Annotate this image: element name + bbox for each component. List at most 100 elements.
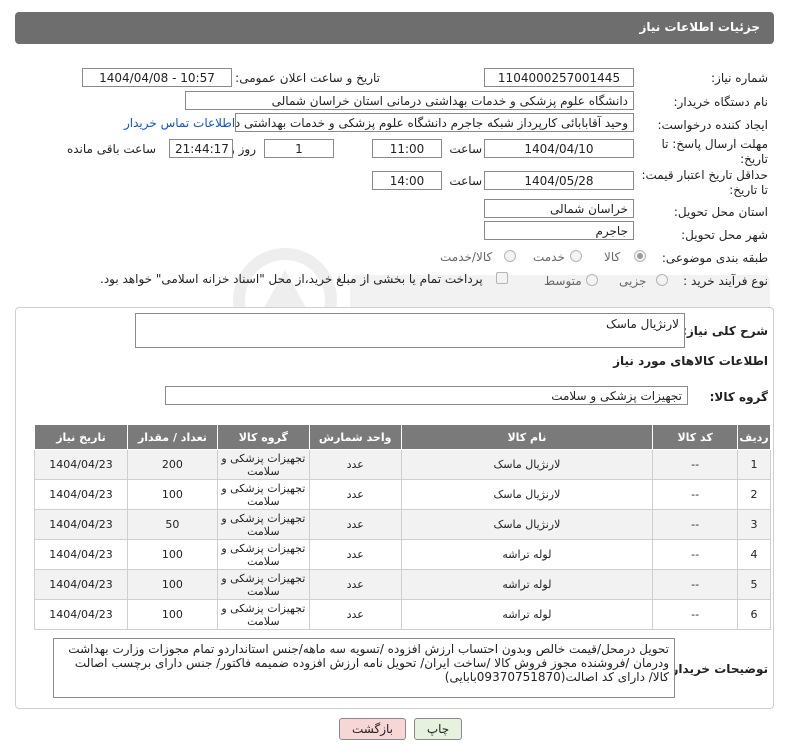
cell-need-date: 1404/04/23 <box>34 539 128 570</box>
col-header-row-number: ردیف <box>737 424 771 450</box>
announce-label: تاریخ و ساعت اعلان عمومی: <box>235 71 380 85</box>
cell-goods-group: تجهیزات پزشکی و سلامت <box>216 599 310 630</box>
goods-group-field: تجهیزات پزشکی و سلامت <box>165 386 688 405</box>
days-remaining-field: 1 <box>264 139 334 158</box>
price-time-label: ساعت <box>449 174 482 188</box>
col-header-need-date: تاریخ نیاز <box>34 424 128 450</box>
cell-goods-name: لوله تراشه <box>400 539 654 570</box>
cell-unit: عدد <box>308 479 402 510</box>
cell-goods-group: تجهیزات پزشکی و سلامت <box>216 479 310 510</box>
cell-quantity: 100 <box>127 479 218 510</box>
category-radio-goods[interactable] <box>634 250 646 262</box>
cell-quantity: 100 <box>127 539 218 570</box>
cell-quantity: 100 <box>127 599 218 630</box>
cell-goods-code: -- <box>652 509 739 540</box>
buyer-contact-link[interactable]: اطلاعات تماس خریدار <box>124 116 235 130</box>
treasury-bonds-checkbox[interactable] <box>496 272 508 284</box>
category-radio-service[interactable] <box>570 250 582 262</box>
buyer-org-field: دانشگاه علوم پزشکی و خدمات بهداشتی درمان… <box>185 91 634 110</box>
category-radio-goods-service[interactable] <box>504 250 516 262</box>
process-option-minor: جزیی <box>619 274 647 288</box>
col-header-goods-name: نام کالا <box>400 424 654 450</box>
price-validity-label-2: تا تاریخ: <box>729 183 768 197</box>
cell-goods-group: تجهیزات پزشکی و سلامت <box>216 509 310 540</box>
general-desc-field: لارنژیال ماسک <box>135 313 685 348</box>
announce-field: 1404/04/08 - 10:57 <box>82 68 232 87</box>
cell-unit: عدد <box>308 509 402 540</box>
price-validity-label: حداقل تاریخ اعتبار قیمت: <box>641 168 768 182</box>
col-header-goods-group: گروه کالا <box>216 424 310 450</box>
cell-goods-name: لوله تراشه <box>400 569 654 600</box>
cell-row-number: 3 <box>737 509 771 540</box>
city-field: جاجرم <box>484 221 634 240</box>
table-row: 2 -- لارنژیال ماسک عدد تجهیزات پزشکی و س… <box>34 479 771 510</box>
reply-time-field: 11:00 <box>372 139 442 158</box>
requester-label: ایجاد کننده درخواست: <box>657 118 768 132</box>
cell-unit: عدد <box>308 539 402 570</box>
table-row: 3 -- لارنژیال ماسک عدد تجهیزات پزشکی و س… <box>34 509 771 540</box>
cell-quantity: 50 <box>127 509 218 540</box>
table-row: 5 -- لوله تراشه عدد تجهیزات پزشکی و سلام… <box>34 569 771 600</box>
page-title: جزئیات اطلاعات نیاز <box>639 20 760 34</box>
goods-table: ردیف کد کالا نام کالا واحد شمارش گروه کا… <box>34 424 771 630</box>
goods-group-label: گروه کالا: <box>709 390 768 404</box>
category-option-service: خدمت <box>533 250 565 264</box>
cell-row-number: 1 <box>737 449 771 480</box>
category-option-goods: کالا <box>604 250 621 264</box>
cell-quantity: 100 <box>127 569 218 600</box>
cell-goods-code: -- <box>652 449 739 480</box>
process-label: نوع فرآیند خرید : <box>683 274 768 288</box>
cell-need-date: 1404/04/23 <box>34 509 128 540</box>
cell-need-date: 1404/04/23 <box>34 449 128 480</box>
process-radio-minor[interactable] <box>656 274 668 286</box>
cell-goods-name: لارنژیال ماسک <box>400 479 654 510</box>
cell-unit: عدد <box>308 569 402 600</box>
buyer-org-label: نام دستگاه خریدار: <box>673 95 769 109</box>
page-header: جزئیات اطلاعات نیاز <box>15 12 774 44</box>
cell-need-date: 1404/04/23 <box>34 479 128 510</box>
table-row: 1 -- لارنژیال ماسک عدد تجهیزات پزشکی و س… <box>34 449 771 480</box>
cell-goods-code: -- <box>652 569 739 600</box>
cell-row-number: 5 <box>737 569 771 600</box>
category-option-goods-service: کالا/خدمت <box>440 250 493 264</box>
cell-goods-code: -- <box>652 599 739 630</box>
cell-goods-name: لوله تراشه <box>400 599 654 630</box>
need-number-label: شماره نیاز: <box>711 71 768 85</box>
buyer-notes-text: تحویل درمحل/قیمت خالص وبدون احتساب ارزش … <box>68 642 669 684</box>
cell-unit: عدد <box>308 599 402 630</box>
price-date-field: 1404/05/28 <box>484 171 634 190</box>
table-header-row: ردیف کد کالا نام کالا واحد شمارش گروه کا… <box>34 424 771 450</box>
process-option-medium: متوسط <box>544 274 582 288</box>
cell-row-number: 4 <box>737 539 771 570</box>
cell-goods-name: لارنژیال ماسک <box>400 449 654 480</box>
process-radio-medium[interactable] <box>586 274 598 286</box>
days-label: روز و <box>229 142 256 156</box>
price-time-field: 14:00 <box>372 171 442 190</box>
print-button[interactable]: چاپ <box>414 718 462 740</box>
reply-date-field: 1404/04/10 <box>484 139 634 158</box>
province-label: استان محل تحویل: <box>673 205 768 219</box>
goods-info-title: اطلاعات کالاهای مورد نیاز <box>613 354 768 368</box>
table-row: 4 -- لوله تراشه عدد تجهیزات پزشکی و سلام… <box>34 539 771 570</box>
remaining-time-field: 21:44:17 <box>169 139 233 158</box>
cell-row-number: 6 <box>737 599 771 630</box>
cell-goods-group: تجهیزات پزشکی و سلامت <box>216 449 310 480</box>
buyer-notes-field: تحویل درمحل/قیمت خالص وبدون احتساب ارزش … <box>53 638 675 698</box>
col-header-goods-code: کد کالا <box>652 424 739 450</box>
treasury-payment-note: پرداخت تمام یا بخشی از مبلغ خرید،از محل … <box>100 272 483 286</box>
col-header-unit: واحد شمارش <box>308 424 402 450</box>
general-desc-text: لارنژیال ماسک <box>605 317 679 331</box>
general-desc-label: شرح کلی نیاز: <box>682 324 768 338</box>
city-label: شهر محل تحویل: <box>681 228 768 242</box>
reply-deadline-label: مهلت ارسال پاسخ: تا <box>661 137 768 151</box>
cell-goods-code: -- <box>652 479 739 510</box>
province-field: خراسان شمالی <box>484 199 634 218</box>
back-button[interactable]: بازگشت <box>339 718 406 740</box>
cell-goods-group: تجهیزات پزشکی و سلامت <box>216 539 310 570</box>
cell-row-number: 2 <box>737 479 771 510</box>
cell-need-date: 1404/04/23 <box>34 599 128 630</box>
requester-field: وحید آقابابائی کارپرداز شبکه جاجرم دانشگ… <box>235 113 634 132</box>
cell-need-date: 1404/04/23 <box>34 569 128 600</box>
cell-quantity: 200 <box>127 449 218 480</box>
cell-unit: عدد <box>308 449 402 480</box>
